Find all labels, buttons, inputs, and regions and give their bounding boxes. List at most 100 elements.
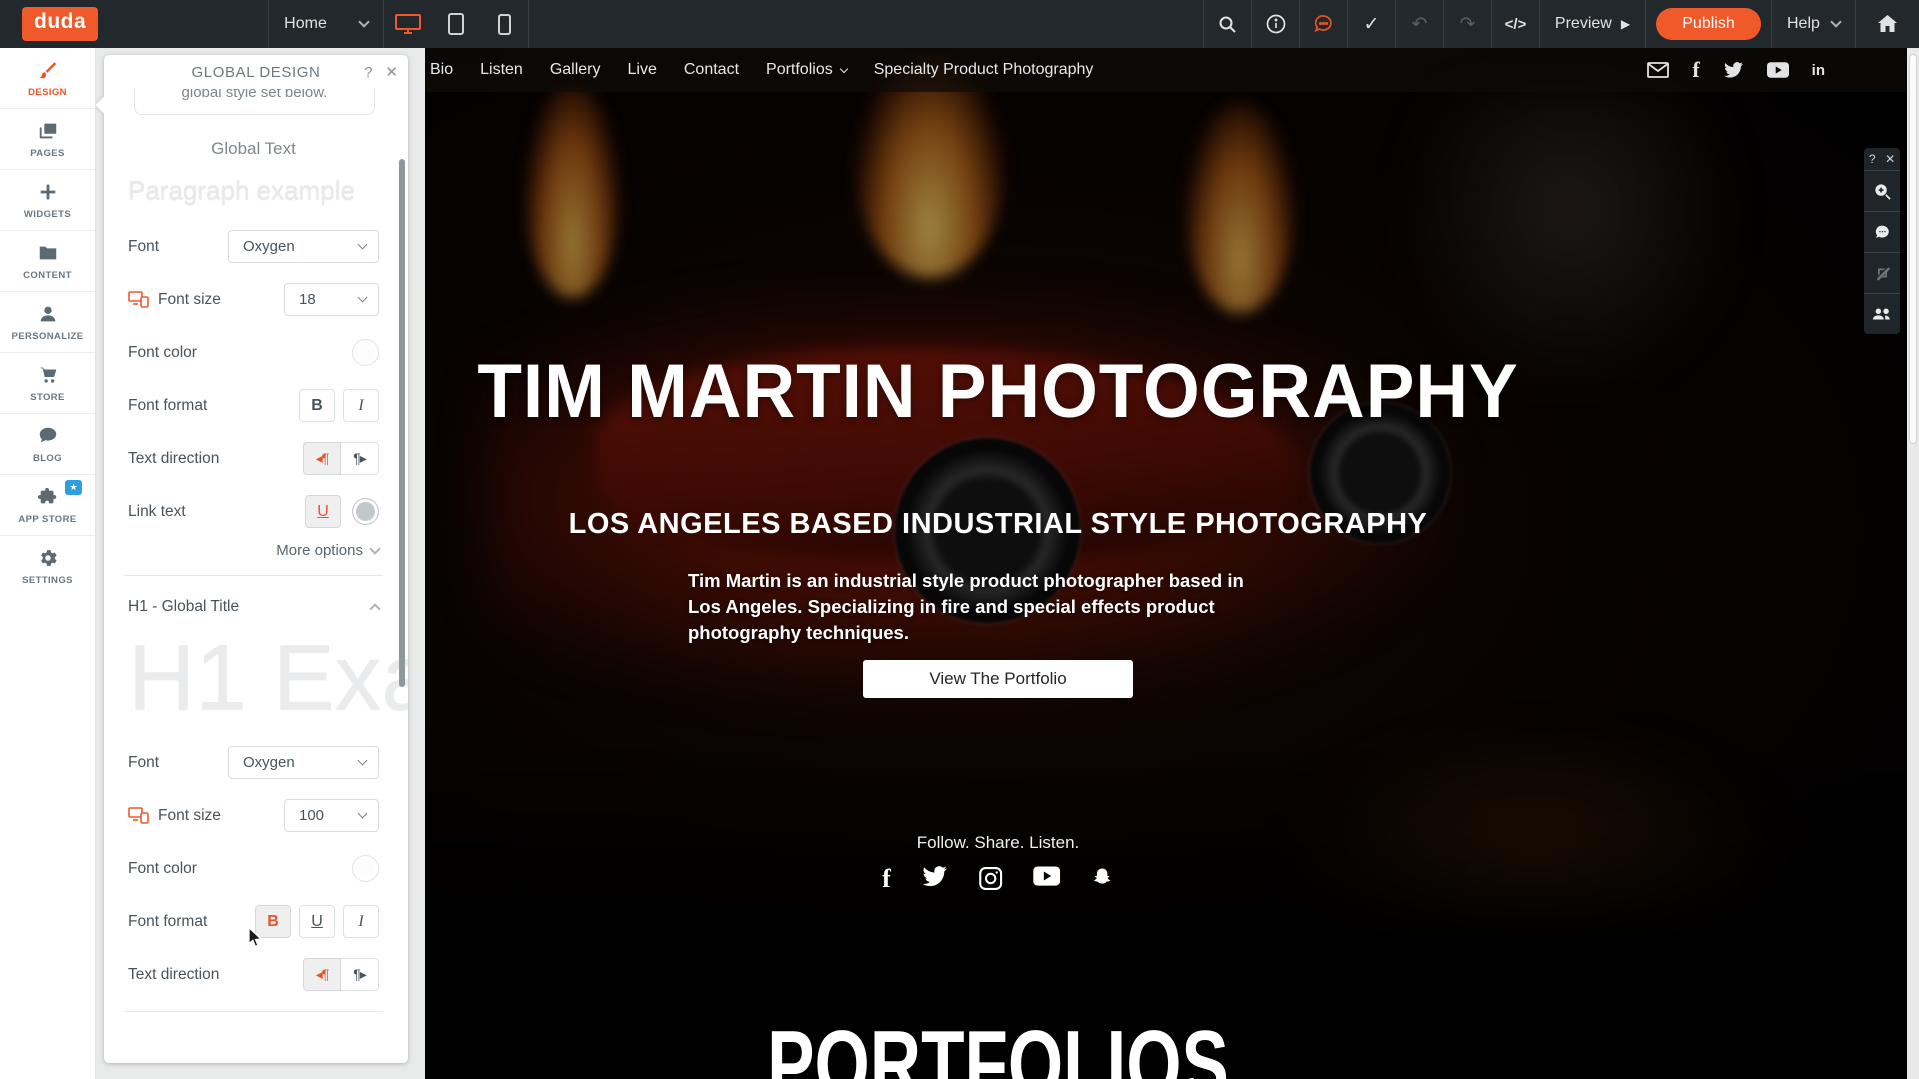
font-color-label: Font color: [128, 344, 197, 362]
font-select[interactable]: Oxygen: [228, 230, 379, 263]
person-icon: [37, 303, 59, 325]
nav-item-portfolios[interactable]: Portfolios: [766, 61, 847, 79]
text-direction-rtl-icon: ¶▸: [353, 966, 366, 983]
sidebar-label: CONTENT: [23, 270, 72, 281]
sidebar-item-settings[interactable]: SETTINGS: [0, 536, 95, 597]
hidden-elements-tool-button[interactable]: [1864, 252, 1900, 293]
portfolios-section-title[interactable]: PORTFOLIOS: [767, 1010, 1229, 1079]
h1-font-color-swatch[interactable]: [352, 855, 379, 882]
tools-help-button[interactable]: ?: [1869, 152, 1876, 166]
font-row: Font Oxygen: [128, 230, 379, 263]
youtube-link[interactable]: [1033, 866, 1060, 892]
nav-item-bio[interactable]: Bio: [430, 61, 453, 79]
comments-tool-button[interactable]: [1864, 211, 1900, 252]
more-options-link[interactable]: More options: [128, 542, 379, 559]
snapchat-link[interactable]: [1090, 866, 1114, 892]
site-hero-paragraph[interactable]: Tim Martin is an industrial style produc…: [688, 568, 1280, 646]
mobile-view-button[interactable]: [480, 0, 528, 48]
nav-item-listen[interactable]: Listen: [480, 61, 523, 79]
h1-section-header[interactable]: H1 - Global Title: [128, 598, 379, 616]
dev-mode-button[interactable]: </>: [1491, 0, 1539, 48]
panel-close-button[interactable]: ✕: [385, 63, 398, 81]
h1-bold-button[interactable]: B: [255, 905, 291, 938]
feedback-button[interactable]: [1299, 0, 1347, 48]
h1-italic-button[interactable]: I: [343, 905, 379, 938]
divider: [124, 1011, 383, 1012]
link-text-row: Link text U: [128, 495, 379, 528]
team-tool-button[interactable]: [1864, 293, 1900, 334]
sidebar-item-personalize[interactable]: PERSONALIZE: [0, 292, 95, 353]
direction-rtl-button[interactable]: ¶▸: [341, 442, 379, 475]
sidebar-item-blog[interactable]: BLOG: [0, 414, 95, 475]
chevron-down-icon: [359, 16, 370, 27]
h1-direction-rtl-button[interactable]: ¶▸: [341, 958, 379, 991]
facebook-link[interactable]: f: [1692, 59, 1699, 81]
direction-ltr-button[interactable]: ◂¶: [303, 442, 341, 475]
linkedin-link[interactable]: in: [1812, 63, 1825, 78]
envelope-icon: [1647, 62, 1669, 78]
dashboard-home-button[interactable]: [1855, 0, 1919, 48]
duda-logo: duda: [22, 7, 98, 41]
editor-sidebar: DESIGN PAGES WIDGETS CONTENT PERSONALIZE…: [0, 48, 96, 1079]
twitter-icon: [1723, 62, 1744, 79]
search-button[interactable]: [1203, 0, 1251, 48]
publish-button[interactable]: Publish: [1656, 8, 1760, 40]
h1-font-size-select[interactable]: 100: [284, 799, 379, 832]
h1-font-select[interactable]: Oxygen: [228, 746, 379, 779]
h1-direction-ltr-button[interactable]: ◂¶: [303, 958, 341, 991]
view-portfolio-button[interactable]: View The Portfolio: [863, 660, 1133, 698]
sidebar-item-app-store[interactable]: ★ APP STORE: [0, 475, 95, 536]
font-size-select[interactable]: 18: [284, 283, 379, 316]
youtube-link[interactable]: [1767, 62, 1789, 78]
site-hero-subtitle[interactable]: LOS ANGELES BASED INDUSTRIAL STYLE PHOTO…: [569, 508, 1428, 541]
tablet-view-button[interactable]: [432, 0, 480, 48]
save-check-button[interactable]: ✓: [1347, 0, 1395, 48]
sidebar-item-content[interactable]: CONTENT: [0, 231, 95, 292]
folder-icon: [37, 242, 59, 264]
sidebar-label: BLOG: [33, 453, 62, 464]
sidebar-item-widgets[interactable]: WIDGETS: [0, 170, 95, 231]
facebook-link[interactable]: f: [882, 866, 891, 892]
publish-cell: Publish: [1645, 0, 1771, 48]
nav-item-specialty[interactable]: Specialty Product Photography: [874, 61, 1094, 79]
site-preview-canvas[interactable]: Bio Listen Gallery Live Contact Portfoli…: [425, 48, 1907, 1079]
font-color-swatch[interactable]: [352, 339, 379, 366]
follow-share-listen-text: Follow. Share. Listen.: [917, 833, 1080, 853]
italic-button[interactable]: I: [343, 389, 379, 422]
sidebar-item-design[interactable]: DESIGN: [0, 48, 95, 109]
page-selector[interactable]: Home: [268, 0, 384, 48]
twitter-link[interactable]: [921, 866, 948, 892]
info-button[interactable]: [1251, 0, 1299, 48]
instagram-link[interactable]: [978, 866, 1003, 892]
bold-button[interactable]: B: [299, 389, 335, 422]
panel-help-button[interactable]: ?: [364, 64, 372, 81]
zoom-out-tool-button[interactable]: [1864, 170, 1900, 211]
chat-bubble-icon: [1873, 224, 1892, 241]
help-menu[interactable]: Help: [1771, 0, 1855, 48]
preview-button[interactable]: Preview ▶: [1539, 0, 1645, 48]
nav-portfolios-label: Portfolios: [766, 61, 833, 79]
undo-button[interactable]: ↶: [1395, 0, 1443, 48]
floating-tools-panel: ? ✕: [1864, 148, 1900, 334]
link-color-swatch[interactable]: [352, 498, 379, 525]
more-options-label: More options: [276, 542, 363, 559]
site-hero-title[interactable]: TIM MARTIN PHOTOGRAPHY: [477, 348, 1518, 435]
email-link[interactable]: [1647, 62, 1669, 78]
twitter-link[interactable]: [1723, 62, 1744, 79]
h1-underline-button[interactable]: U: [299, 905, 335, 938]
desktop-view-button[interactable]: [384, 0, 432, 48]
youtube-icon: [1033, 866, 1060, 886]
nav-item-gallery[interactable]: Gallery: [550, 61, 601, 79]
page-scrollbar-thumb[interactable]: [1909, 54, 1917, 444]
tools-close-button[interactable]: ✕: [1885, 152, 1895, 166]
panel-scrollbar-thumb[interactable]: [399, 159, 405, 687]
h1-text-direction-row: Text direction ◂¶ ¶▸: [128, 958, 379, 991]
sidebar-item-pages[interactable]: PAGES: [0, 109, 95, 170]
page-scrollbar[interactable]: [1907, 48, 1919, 1079]
nav-item-live[interactable]: Live: [628, 61, 657, 79]
sidebar-item-store[interactable]: STORE: [0, 353, 95, 414]
gear-icon: [37, 547, 59, 569]
nav-item-contact[interactable]: Contact: [684, 61, 739, 79]
link-underline-button[interactable]: U: [305, 495, 341, 528]
redo-button[interactable]: ↷: [1443, 0, 1491, 48]
